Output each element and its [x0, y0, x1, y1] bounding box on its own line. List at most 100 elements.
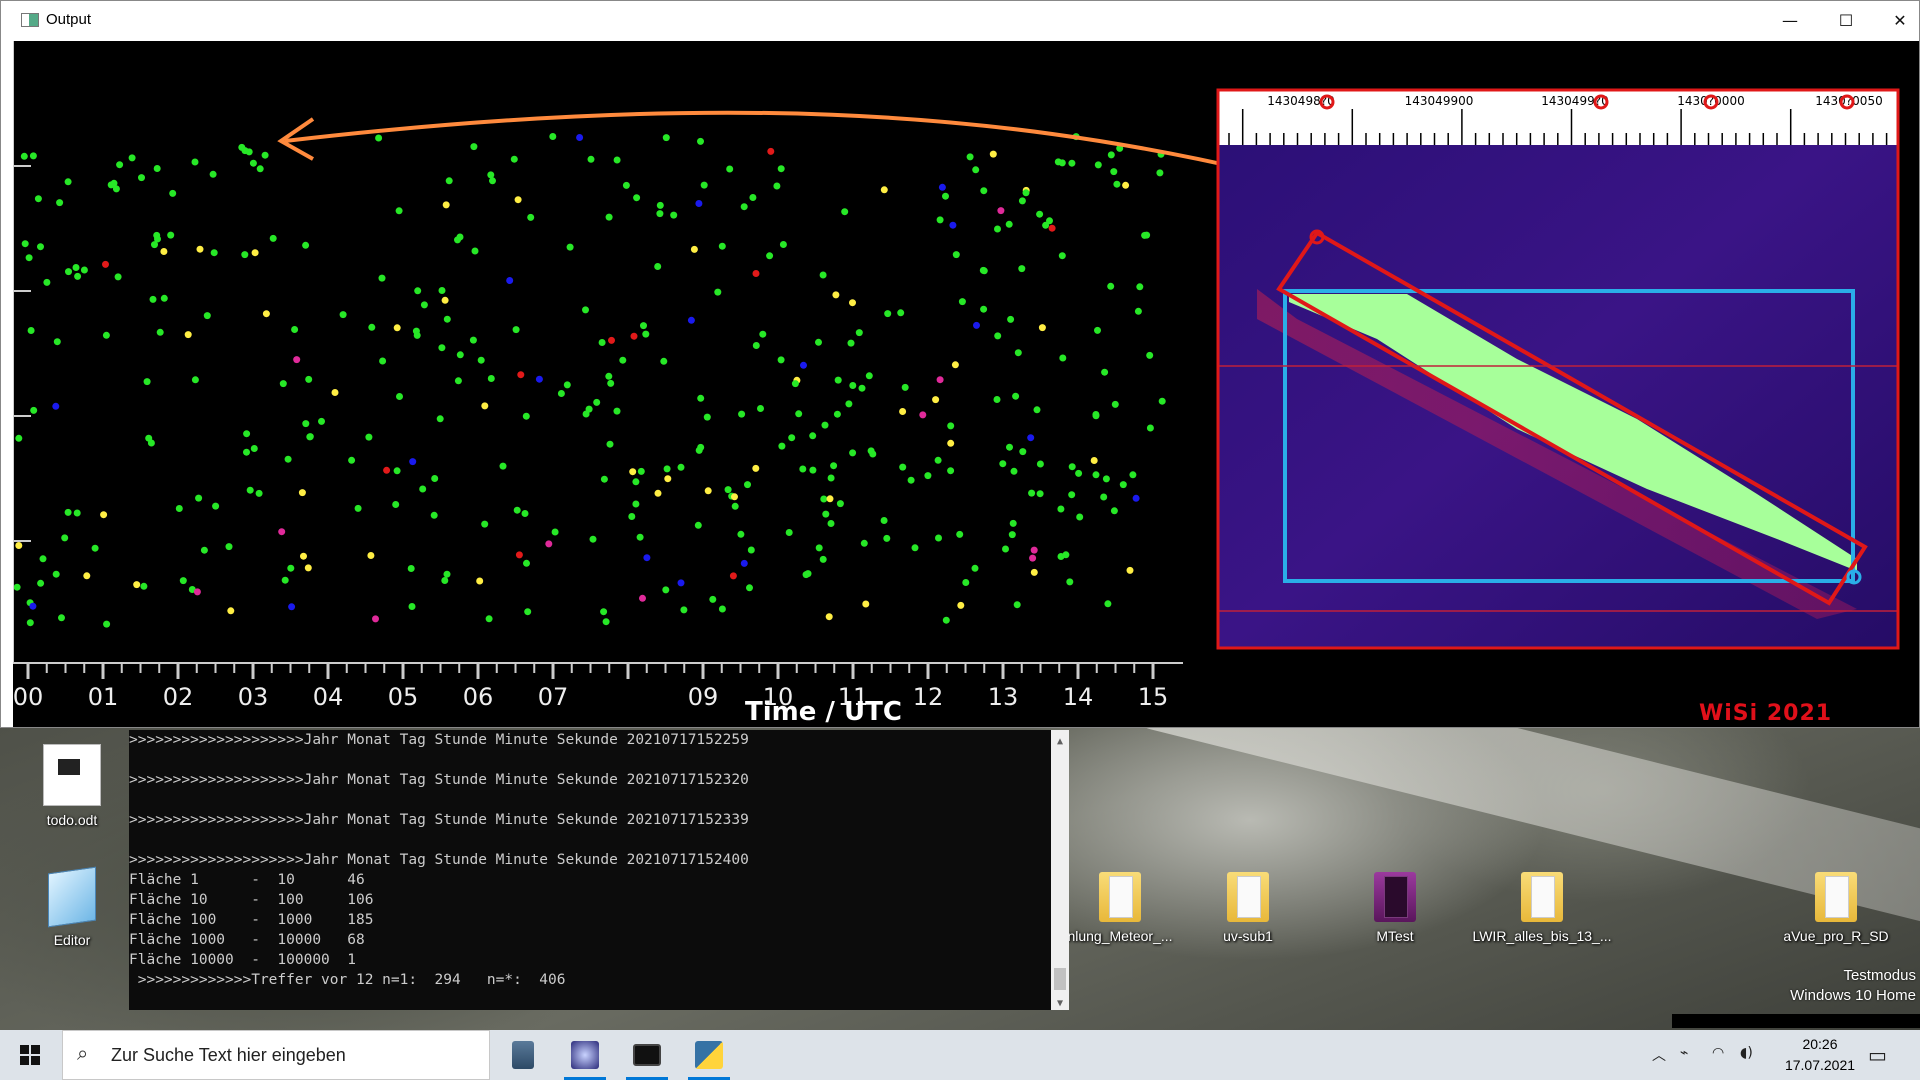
close-button[interactable]: ✕ — [1877, 3, 1920, 37]
scatter-point — [633, 194, 641, 202]
scatter-point — [901, 383, 909, 391]
scatter-point — [379, 357, 387, 365]
scatter-point — [80, 266, 88, 274]
scatter-point — [470, 143, 478, 151]
meteor-scatter-plot: 00 01 02 03 04 05 06 07 09 10 11 12 13 14 15 — [13, 41, 1902, 711]
maximize-button[interactable]: ☐ — [1823, 3, 1869, 37]
x-tick-label: 13 — [988, 683, 1019, 711]
test-mode-label: Testmodus — [1843, 967, 1916, 984]
scatter-point — [15, 434, 23, 442]
scatter-point — [629, 468, 637, 476]
scroll-up-icon[interactable]: ▲ — [1051, 732, 1069, 752]
scatter-point — [269, 234, 277, 242]
scatter-point — [825, 613, 833, 621]
scatter-point — [1008, 531, 1016, 539]
scatter-point — [1122, 181, 1130, 189]
scatter-point — [613, 156, 621, 164]
scatter-point — [441, 296, 449, 304]
scatter-point — [972, 166, 980, 174]
scatter-point — [942, 616, 950, 624]
scatter-point — [1094, 161, 1102, 169]
desktop-icon-todo[interactable]: todo.odt — [18, 744, 126, 828]
desktop-icon-label: nlung_Meteor_... — [1067, 928, 1173, 944]
scatter-point — [1036, 210, 1044, 218]
scatter-point — [1092, 412, 1100, 420]
scatter-point — [956, 530, 964, 538]
chevron-up-icon[interactable]: ︿ — [1652, 1045, 1666, 1065]
taskbar-app-calculator[interactable] — [494, 1030, 552, 1080]
output-plot-canvas[interactable]: 00 01 02 03 04 05 06 07 09 10 11 12 13 14 15 — [13, 41, 1919, 727]
scatter-point — [487, 375, 495, 382]
scatter-point — [932, 396, 940, 404]
scatter-point — [911, 544, 919, 552]
scatter-point — [757, 405, 764, 412]
start-button[interactable] — [0, 1030, 60, 1080]
desktop-icon-avue[interactable]: aVue_pro_R_SD — [1776, 872, 1896, 944]
scatter-point — [1143, 231, 1151, 239]
scatter-point — [395, 207, 403, 215]
clock-date: 17.07.2021 — [1784, 1057, 1856, 1073]
x-tick-label: 05 — [388, 683, 419, 711]
scatter-point — [746, 584, 753, 592]
scroll-thumb[interactable] — [1054, 968, 1066, 990]
scatter-point — [1113, 180, 1121, 188]
scatter-point — [456, 233, 464, 241]
scatter-point — [703, 413, 711, 421]
scatter-point — [971, 564, 979, 572]
taskbar-app-python[interactable] — [680, 1030, 738, 1080]
scatter-point — [167, 231, 175, 239]
scatter-point — [637, 467, 645, 475]
scatter-point — [1019, 448, 1027, 456]
volume-icon[interactable]: ◖) — [1740, 1045, 1753, 1061]
search-icon: ⌕ — [77, 1043, 89, 1065]
taskbar-search-box[interactable]: ⌕ Zur Suche Text hier eingeben — [62, 1030, 490, 1080]
scatter-point — [256, 165, 264, 173]
console-line: Fläche 10 - 100 106 — [129, 892, 374, 908]
taskbar-clock[interactable]: 20:26 17.07.2021 — [1760, 1034, 1880, 1076]
scatter-point — [52, 402, 60, 410]
scatter-point — [989, 150, 997, 158]
desktop-icon-label: MTest — [1376, 928, 1414, 944]
wifi-icon[interactable]: ◠ — [1712, 1045, 1724, 1061]
scatter-point — [636, 533, 644, 541]
scatter-point — [456, 351, 464, 359]
x-tick-label: 09 — [688, 683, 719, 711]
scatter-point — [766, 252, 774, 260]
scatter-point — [799, 465, 807, 473]
bluetooth-icon[interactable]: ⌁ — [1680, 1045, 1688, 1061]
desktop-icon-lwir[interactable]: LWIR_alles_bis_13_... — [1472, 872, 1612, 944]
scatter-point — [514, 196, 522, 204]
desktop-icon-meteor-folder[interactable]: nlung_Meteor_... — [1066, 872, 1174, 944]
scatter-point — [392, 501, 400, 508]
scatter-point — [469, 336, 477, 344]
desktop-icon-mtest[interactable]: MTest — [1341, 872, 1449, 944]
scatter-point — [643, 554, 651, 562]
minimize-button[interactable]: — — [1767, 3, 1813, 37]
scatter-point — [752, 270, 760, 277]
scatter-point — [744, 481, 751, 489]
notification-icon[interactable]: ▭ — [1868, 1043, 1887, 1067]
taskbar-app-satellite[interactable] — [556, 1030, 614, 1080]
taskbar-app-terminal[interactable] — [618, 1030, 676, 1080]
scatter-point — [815, 544, 823, 552]
desktop-icon-uv-sub1[interactable]: uv-sub1 — [1194, 872, 1302, 944]
console-scrollbar[interactable]: ▲ ▼ — [1051, 730, 1069, 1010]
console-window[interactable]: >>>>>>>>>>>>>>>>>>>>Jahr Monat Tag Stund… — [129, 730, 1069, 1010]
scatter-point — [160, 248, 168, 255]
scatter-point — [1018, 197, 1026, 205]
scatter-point — [867, 447, 875, 455]
scatter-point — [632, 500, 640, 508]
console-line: Fläche 1000 - 10000 68 — [129, 932, 365, 948]
console-line: >>>>>>>>>>>>>>>>>>>>Jahr Monat Tag Stund… — [129, 852, 749, 868]
scatter-point — [114, 273, 122, 281]
scatter-point — [149, 295, 157, 303]
scatter-point — [849, 299, 856, 307]
desktop-icon-editor[interactable]: Editor — [18, 866, 126, 948]
x-tick-label: 04 — [313, 683, 344, 711]
scatter-point — [849, 449, 857, 457]
window-titlebar[interactable]: Output — ☐ ✕ — [1, 1, 1919, 39]
scroll-down-icon[interactable]: ▼ — [1051, 994, 1069, 1010]
scatter-point — [56, 199, 64, 207]
scatter-point — [822, 510, 830, 518]
